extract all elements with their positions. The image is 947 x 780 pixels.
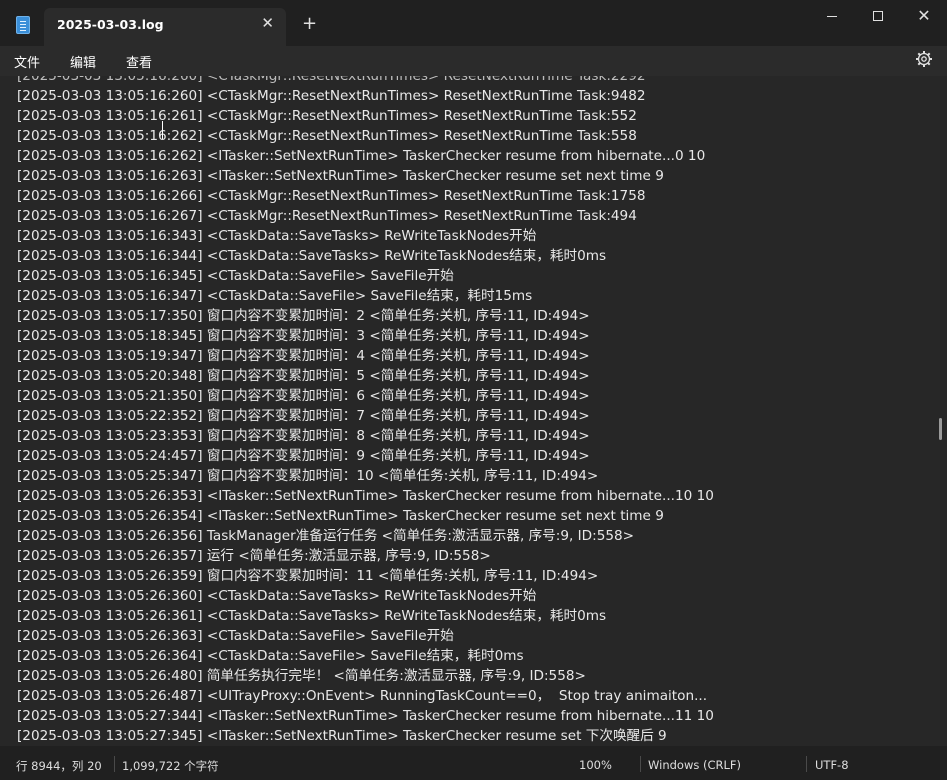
log-line: [2025-03-03 13:05:16:262] <ITasker::SetN… [17, 148, 706, 164]
log-line: [2025-03-03 13:05:24:457] 窗口内容不变累加时间：9 <… [17, 448, 590, 464]
log-line: [2025-03-03 13:05:16:266] <CTaskMgr::Res… [17, 188, 646, 204]
log-line: [2025-03-03 13:05:22:352] 窗口内容不变累加时间：7 <… [17, 408, 590, 424]
title-bar: 2025-03-03.log ✕ + ✕ [0, 0, 947, 46]
log-line: [2025-03-03 13:05:16:343] <CTaskData::Sa… [17, 228, 537, 244]
menu-file[interactable]: 文件 [14, 52, 40, 71]
new-tab-button[interactable]: + [302, 15, 317, 33]
menu-edit[interactable]: 编辑 [70, 52, 96, 71]
settings-gear-icon[interactable] [915, 50, 933, 68]
tab-title: 2025-03-03.log [57, 17, 164, 32]
minimize-button[interactable] [809, 0, 855, 32]
log-line: [2025-03-03 13:05:26:356] TaskManager准备运… [17, 528, 635, 544]
close-tab-icon[interactable]: ✕ [261, 16, 274, 31]
status-separator [640, 756, 641, 772]
log-line: [2025-03-03 13:05:27:344] <ITasker::SetN… [17, 708, 714, 724]
log-lines: [2025-03-03 13:05:16:260] <CTaskMgr::Res… [17, 76, 714, 746]
close-icon: ✕ [917, 6, 931, 25]
log-line: [2025-03-03 13:05:23:353] 窗口内容不变累加时间：8 <… [17, 428, 590, 444]
log-line: [2025-03-03 13:05:16:261] <CTaskMgr::Res… [17, 108, 637, 124]
log-line: [2025-03-03 13:05:16:262] <CTaskMgr::Res… [17, 128, 637, 144]
minimize-icon [827, 15, 837, 17]
log-line: [2025-03-03 13:05:26:357] 运行 <简单任务:激活显示器… [17, 548, 491, 564]
log-line: [2025-03-03 13:05:26:361] <CTaskData::Sa… [17, 608, 607, 624]
status-separator [806, 756, 807, 772]
log-line: [2025-03-03 13:05:26:354] <ITasker::SetN… [17, 508, 664, 524]
log-line: [2025-03-03 13:05:16:260] <CTaskMgr::Res… [17, 88, 646, 104]
log-line: [2025-03-03 13:05:19:347] 窗口内容不变累加时间：4 <… [17, 348, 590, 364]
log-line: [2025-03-03 13:05:16:345] <CTaskData::Sa… [17, 268, 454, 284]
log-line-partial-top: [2025-03-03 13:05:16:260] <CTaskMgr::Res… [17, 76, 646, 84]
tab-active[interactable]: 2025-03-03.log ✕ [44, 8, 286, 46]
notepad-icon [16, 16, 30, 34]
maximize-icon [873, 11, 883, 21]
log-line: [2025-03-03 13:05:16:267] <CTaskMgr::Res… [17, 208, 637, 224]
cursor-position: 行 8944，列 20 [16, 759, 102, 773]
log-line: [2025-03-03 13:05:27:345] <ITasker::SetN… [17, 728, 667, 744]
encoding[interactable]: UTF-8 [815, 758, 849, 772]
maximize-button[interactable] [855, 0, 901, 32]
log-line: [2025-03-03 13:05:18:345] 窗口内容不变累加时间：3 <… [17, 328, 590, 344]
log-line: [2025-03-03 13:05:16:263] <ITasker::SetN… [17, 168, 664, 184]
log-line: [2025-03-03 13:05:26:364] <CTaskData::Sa… [17, 648, 524, 664]
log-line: [2025-03-03 13:05:16:344] <CTaskData::Sa… [17, 248, 607, 264]
log-line: [2025-03-03 13:05:26:353] <ITasker::SetN… [17, 488, 714, 504]
line-ending[interactable]: Windows (CRLF) [648, 758, 741, 772]
log-line: [2025-03-03 13:05:20:348] 窗口内容不变累加时间：5 <… [17, 368, 590, 384]
log-line: [2025-03-03 13:05:26:487] <UITrayProxy::… [17, 688, 708, 704]
menu-bar: 文件 编辑 查看 [0, 46, 947, 76]
log-line: [2025-03-03 13:05:21:350] 窗口内容不变累加时间：6 <… [17, 388, 590, 404]
log-line: [2025-03-03 13:05:26:359] 窗口内容不变累加时间：11 … [17, 568, 599, 584]
status-separator [114, 756, 115, 772]
log-line: [2025-03-03 13:05:26:363] <CTaskData::Sa… [17, 628, 454, 644]
menu-view[interactable]: 查看 [126, 52, 152, 71]
status-bar: 行 8944，列 20 1,099,722 个字符 100% Windows (… [0, 746, 947, 780]
zoom-level[interactable]: 100% [579, 758, 612, 772]
character-count: 1,099,722 个字符 [122, 759, 219, 773]
log-line: [2025-03-03 13:05:17:350] 窗口内容不变累加时间：2 <… [17, 308, 590, 324]
log-line: [2025-03-03 13:05:26:480] 简单任务执行完毕！ <简单任… [17, 668, 586, 684]
log-line: [2025-03-03 13:05:26:360] <CTaskData::Sa… [17, 588, 537, 604]
text-editor[interactable]: [2025-03-03 13:05:16:260] <CTaskMgr::Res… [0, 76, 947, 746]
close-window-button[interactable]: ✕ [901, 0, 947, 32]
log-line: [2025-03-03 13:05:25:347] 窗口内容不变累加时间：10 … [17, 468, 599, 484]
log-line: [2025-03-03 13:05:16:347] <CTaskData::Sa… [17, 288, 533, 304]
vertical-scrollbar-thumb[interactable] [939, 418, 942, 440]
text-caret [162, 121, 163, 139]
